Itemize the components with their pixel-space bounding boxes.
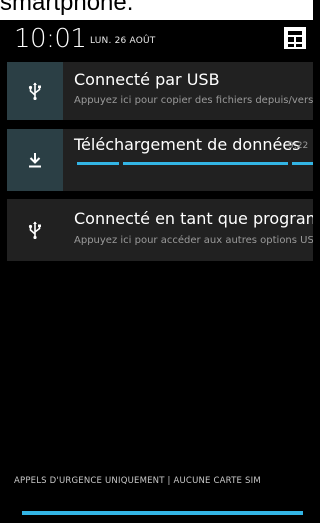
clock-date: LUN. 26 AOÛT	[90, 36, 156, 46]
notification-subtitle: Appuyez ici pour copier des fichiers dep…	[74, 95, 313, 106]
status-header: 10:01 LUN. 26 AOÛT	[0, 20, 313, 60]
notification-subtitle: Appuyez ici pour accéder aux autres opti…	[74, 235, 313, 246]
download-icon	[7, 129, 63, 191]
carrier-label: APPELS D'URGENCE UNIQUEMENT | AUCUNE CAR…	[14, 476, 261, 486]
notification-time: 9:22	[288, 141, 309, 151]
progress-segment	[123, 162, 288, 165]
quick-settings-icon[interactable]	[284, 27, 306, 49]
clock-time: 10:01	[14, 24, 87, 54]
progress-segment	[77, 162, 119, 165]
notification-usb-installer[interactable]: Connecté en tant que programme d'install…	[7, 199, 313, 261]
usb-icon	[7, 199, 63, 261]
notification-title: Connecté par USB	[74, 70, 220, 89]
notification-download[interactable]: Téléchargement de données 9:22	[7, 129, 313, 191]
notification-title: Téléchargement de données	[74, 135, 301, 154]
panel-drag-handle[interactable]	[22, 511, 303, 515]
document-caption: smartphone.	[0, 0, 134, 16]
notification-title: Connecté en tant que programme d'install…	[74, 209, 313, 228]
notification-usb-connected[interactable]: Connecté par USB Appuyez ici pour copier…	[7, 62, 313, 120]
document-caption-strip: smartphone.	[0, 0, 313, 20]
progress-segment	[292, 162, 313, 165]
usb-icon	[7, 62, 63, 120]
